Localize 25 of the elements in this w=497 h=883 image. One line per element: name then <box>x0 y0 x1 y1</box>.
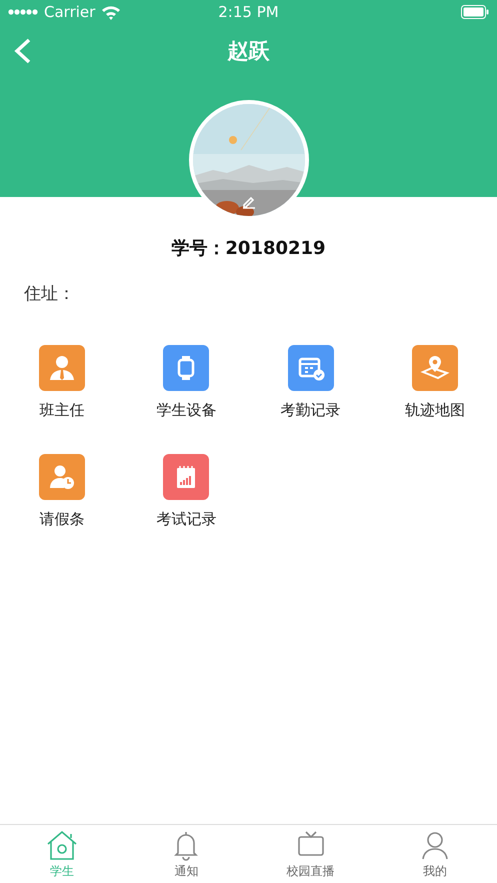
feature-tile[interactable] <box>288 345 334 391</box>
feature-tile[interactable] <box>412 345 458 391</box>
clock-time: 2:15 PM <box>218 3 279 21</box>
page-title: 赵跃 <box>226 38 270 65</box>
edit-icon[interactable] <box>242 195 256 209</box>
carrier-name: Carrier <box>44 3 96 21</box>
tab-item[interactable]: 我的 <box>372 825 497 883</box>
feature-label[interactable]: 考勤记录 <box>280 401 341 420</box>
address-label: 住址： <box>24 284 75 304</box>
feature-label[interactable]: 班主任 <box>40 401 85 420</box>
signal-icon <box>8 7 38 17</box>
feature-label[interactable]: 考试记录 <box>156 510 216 529</box>
tab-item[interactable]: 通知 <box>124 825 248 883</box>
student-id: 学号：20180219 <box>170 237 327 260</box>
feature-tile[interactable] <box>163 345 210 391</box>
wifi-icon <box>101 4 122 20</box>
tab-item[interactable]: 校园直播 <box>248 825 373 883</box>
feature-label[interactable]: 请假条 <box>40 510 85 529</box>
feature-label[interactable]: 轨迹地图 <box>404 401 465 420</box>
feature-tile[interactable] <box>39 454 86 500</box>
feature-tile[interactable] <box>163 454 210 500</box>
feature-label[interactable]: 学生设备 <box>156 401 216 420</box>
feature-tile[interactable] <box>39 345 86 391</box>
battery-icon <box>460 5 489 19</box>
home-icon <box>45 828 80 860</box>
